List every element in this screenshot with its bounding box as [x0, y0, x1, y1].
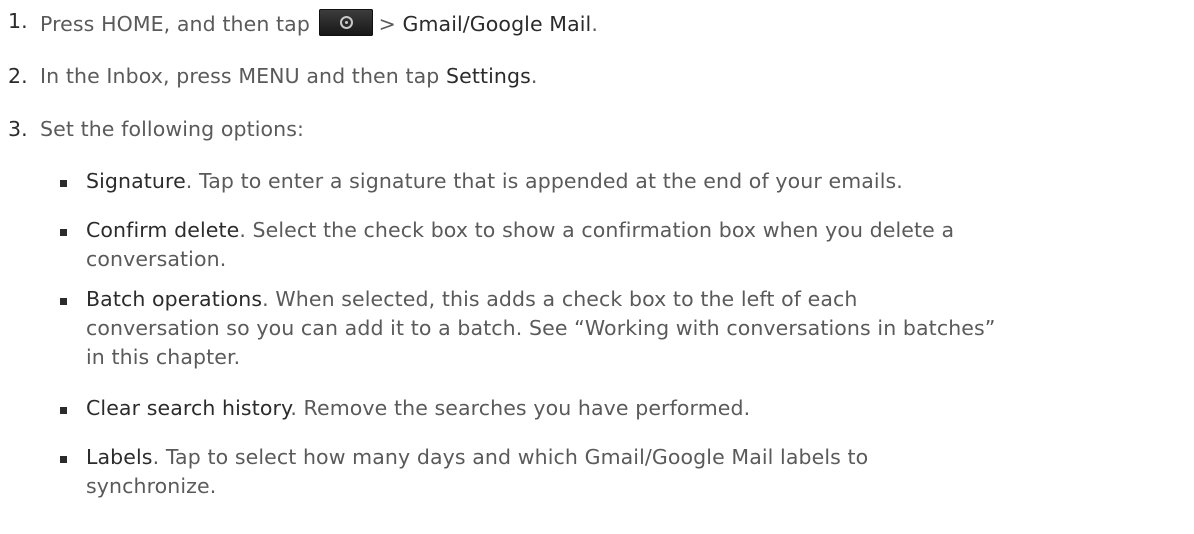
bullet-marker	[60, 229, 67, 236]
option-term: Confirm delete	[86, 218, 240, 242]
step-number-1: 1.	[8, 9, 28, 33]
option-term: Labels	[86, 445, 153, 469]
option-batch-operations: Batch operations. When selected, this ad…	[86, 287, 858, 311]
step-1-target: Gmail/Google Mail	[402, 12, 592, 36]
step-number-2: 2.	[8, 64, 28, 88]
bullet-marker	[60, 456, 67, 463]
option-description: . Tap to enter a signature that is appen…	[185, 169, 903, 193]
option-labels-line2: synchronize.	[86, 474, 217, 498]
step-3-text: Set the following options:	[40, 117, 305, 141]
option-term: Clear search history	[86, 396, 291, 420]
step-1-text: Press HOME, and then tap > Gmail/Google …	[40, 9, 598, 36]
option-confirm-delete-line2: conversation.	[86, 247, 227, 271]
step-2-prefix: In the Inbox, press MENU and then tap	[40, 64, 440, 88]
step-1-prefix: Press HOME, and then tap	[40, 12, 310, 36]
step-2-suffix: .	[530, 64, 538, 88]
step-1-separator: >	[378, 12, 396, 36]
app-launcher-icon	[318, 9, 373, 36]
option-term: Batch operations	[86, 287, 263, 311]
bullet-marker	[60, 298, 67, 305]
bullet-marker	[60, 407, 67, 414]
step-2-target: Settings	[446, 64, 531, 88]
option-batch-operations-line3: in this chapter.	[86, 345, 241, 369]
option-signature: Signature. Tap to enter a signature that…	[86, 169, 903, 193]
step-1-suffix: .	[591, 12, 598, 36]
option-description: . When selected, this adds a check box t…	[262, 287, 858, 311]
option-labels: Labels. Tap to select how many days and …	[86, 445, 868, 469]
step-2-text: In the Inbox, press MENU and then tap Se…	[40, 64, 538, 88]
option-batch-operations-line2: conversation so you can add it to a batc…	[86, 316, 996, 340]
option-description: . Select the check box to show a confirm…	[239, 218, 955, 242]
option-description: . Remove the searches you have performed…	[290, 396, 751, 420]
option-description: . Tap to select how many days and which …	[152, 445, 869, 469]
option-term: Signature	[86, 169, 186, 193]
option-confirm-delete: Confirm delete. Select the check box to …	[86, 218, 954, 242]
step-number-3: 3.	[8, 117, 28, 141]
bullet-marker	[60, 180, 67, 187]
option-clear-search-history: Clear search history. Remove the searche…	[86, 396, 750, 420]
